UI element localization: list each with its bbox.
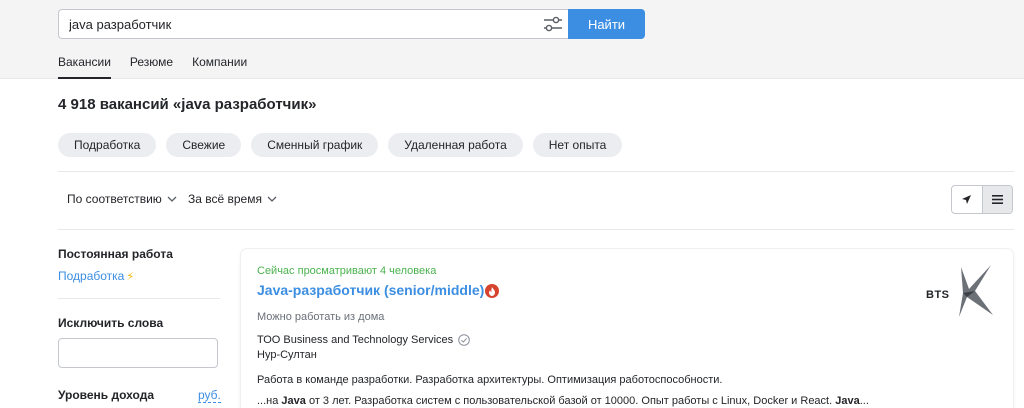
search-button[interactable]: Найти xyxy=(568,9,645,39)
search-header: Найти Вакансии Резюме Компании xyxy=(0,0,1024,79)
results-title: 4 918 вакансий «java разработчик» xyxy=(58,96,317,113)
list-view-icon xyxy=(991,195,1003,204)
filter-sliders-icon[interactable] xyxy=(543,15,563,33)
tab-companies[interactable]: Компании xyxy=(192,55,247,79)
chip-shift-schedule[interactable]: Сменный график xyxy=(251,133,379,157)
list-view-button[interactable] xyxy=(981,186,1012,213)
sort-relevance-label: По соответствию xyxy=(67,192,162,206)
req-text: ...на xyxy=(257,395,282,407)
vacancy-responsibilities: Работа в команде разработки. Разработка … xyxy=(257,374,723,386)
search-box xyxy=(58,9,568,39)
tab-resumes[interactable]: Резюме xyxy=(130,55,173,79)
divider xyxy=(58,171,1014,172)
vacancy-city: Нур-Султан xyxy=(257,349,317,361)
vacancy-title-link[interactable]: Java-разработчик (senior/middle) xyxy=(257,282,484,298)
tab-vacancies[interactable]: Вакансии xyxy=(58,55,111,79)
part-time-link[interactable]: Подработка ⚡ xyxy=(58,269,134,283)
map-view-button[interactable] xyxy=(952,186,982,213)
sort-relevance-dropdown[interactable]: По соответствию xyxy=(67,192,177,206)
map-arrow-icon xyxy=(962,195,972,204)
req-text: ... xyxy=(859,395,869,407)
chip-no-experience[interactable]: Нет опыта xyxy=(532,133,623,157)
remote-work-note: Можно работать из дома xyxy=(257,311,385,323)
fire-icon xyxy=(485,284,499,298)
vacancy-card: Сейчас просматривают 4 человека Java-раз… xyxy=(241,249,1013,408)
search-input[interactable] xyxy=(69,10,529,38)
chip-fresh[interactable]: Свежие xyxy=(166,133,242,157)
req-text: от 3 лет. Разработка систем с пользовате… xyxy=(305,395,836,407)
divider xyxy=(58,229,1014,230)
company-logo-text: BTS xyxy=(926,289,950,301)
req-highlight: Java xyxy=(281,395,306,407)
chevron-down-icon xyxy=(167,196,177,202)
sidebar-divider xyxy=(58,298,220,299)
part-time-link-label: Подработка xyxy=(58,269,125,283)
verified-check-icon xyxy=(458,334,470,346)
chevron-down-icon xyxy=(267,196,277,202)
exclude-words-label: Исключить слова xyxy=(58,316,164,330)
sort-period-dropdown[interactable]: За всё время xyxy=(188,192,277,206)
quick-filters: Подработка Свежие Сменный график Удаленн… xyxy=(58,133,632,157)
chip-remote[interactable]: Удаленная работа xyxy=(388,133,523,157)
view-toggle xyxy=(951,185,1013,214)
employment-filter-label: Постоянная работа xyxy=(58,247,173,261)
company-logo[interactable]: BTS xyxy=(923,263,995,319)
exclude-words-input[interactable] xyxy=(58,338,218,368)
currency-link[interactable]: руб. xyxy=(198,388,221,403)
vacancy-requirements: ...на Java от 3 лет. Разработка систем с… xyxy=(257,395,869,407)
watching-count: Сейчас просматривают 4 человека xyxy=(257,265,437,277)
sort-period-label: За всё время xyxy=(188,192,262,206)
chip-part-time[interactable]: Подработка xyxy=(58,133,157,157)
company-name: ТОО Business and Technology Services xyxy=(257,334,454,346)
income-level-label: Уровень дохода xyxy=(58,388,155,402)
bolt-icon: ⚡ xyxy=(126,271,135,283)
search-tabs: Вакансии Резюме Компании xyxy=(58,55,266,79)
company-link[interactable]: ТОО Business and Technology Services xyxy=(257,334,470,346)
req-highlight: Java xyxy=(835,395,860,407)
